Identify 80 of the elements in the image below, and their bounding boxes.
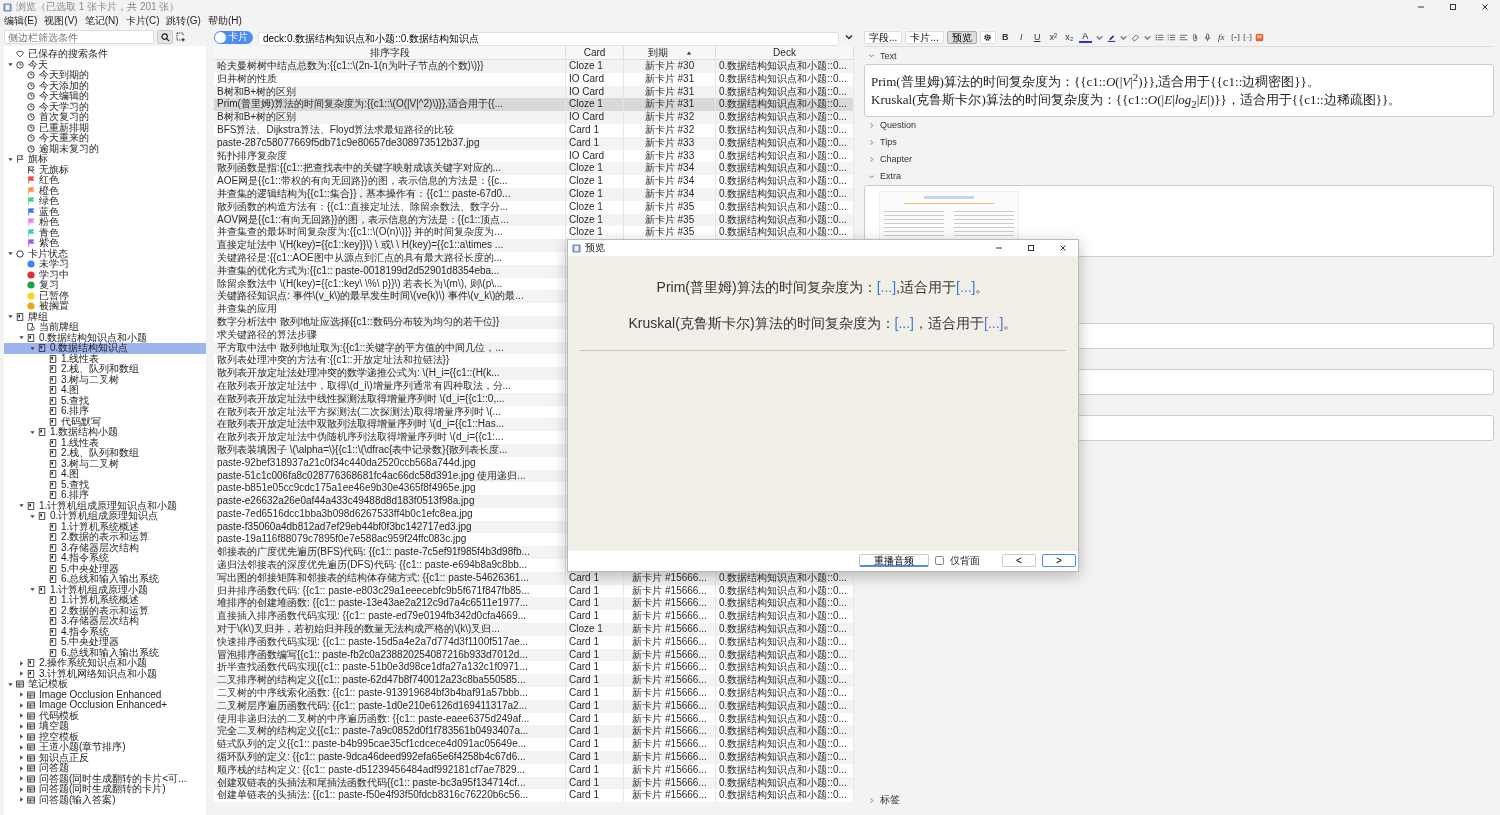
table-cell: 写出图的邻接矩阵和邻接表的结构体存储方式: {{c1:: paste-54626361... bbox=[214, 571, 566, 585]
table-cell: 新卡片 #30 bbox=[624, 60, 716, 73]
table-cell: 0.数据结构知识点和小题::0... bbox=[716, 111, 854, 124]
table-cell: Card 1 bbox=[566, 763, 624, 777]
table-cell: 0.数据结构知识点和小题::0... bbox=[716, 687, 854, 700]
table-cell: 在散列表开放定址法中线性探测法取得增量序列时 \(d_i={{c1::0,... bbox=[214, 392, 566, 406]
table-cell: 新卡片 #15666... bbox=[624, 751, 716, 764]
table-cell: Cloze 1 bbox=[566, 623, 624, 636]
table-cell: 递归法邻接表的深度优先遍历(DFS)代码: {{c1:: paste-e694b8a9c8bb... bbox=[214, 559, 566, 572]
table-cell: 新卡片 #34 bbox=[624, 187, 716, 201]
table-cell: IO Card bbox=[566, 111, 624, 124]
table-cell: 0.数据结构知识点和小题::0... bbox=[716, 635, 854, 649]
table-cell: Card 1 bbox=[566, 136, 624, 150]
table-cell: 并查集的逻辑结构为{{c1::集合}}，基本操作有：{{c1:: paste-67d0... bbox=[214, 187, 566, 201]
table-cell: 散列表开放定址法处理冲突的数学递推公式为: \(H_i={{c1::(H(k... bbox=[214, 367, 566, 380]
table-cell: 0.数据结构知识点和小题::0... bbox=[716, 699, 854, 713]
table-cell: 散列表装填因子 \(\alpha=\){{c1::\(\dfrac{表中记录数}{散列表长度... bbox=[214, 443, 566, 457]
table-cell: Cloze 1 bbox=[566, 175, 624, 188]
table-cell: paste-e26632a26e0af44a433c49488d8d183f0513f98a.jpg bbox=[214, 495, 566, 508]
table-cell: Card 1 bbox=[566, 687, 624, 700]
checkbox-label: 仅背面 bbox=[950, 554, 980, 568]
table-cell: 新卡片 #33 bbox=[624, 136, 716, 150]
table-cell: 关键路径是:{{c1::AOE图中从源点到汇点的具有最大路径长度的... bbox=[214, 251, 566, 265]
table-cell: 新卡片 #15666... bbox=[624, 635, 716, 649]
table-cell: 求关键路径的算法步骤 bbox=[214, 328, 566, 342]
table-cell: 0.数据结构知识点和小题::0... bbox=[716, 72, 854, 86]
window-title: 浏览（已选取 1 张卡片，共 201 张） bbox=[16, 0, 180, 14]
table-cell: Cloze 1 bbox=[566, 60, 624, 73]
table-cell: 新卡片 #35 bbox=[624, 200, 716, 214]
table-cell: 循环队列的定义: {{c1:: paste-9dca46deed992efa65e6f4258b4c67d6... bbox=[214, 751, 566, 764]
table-cell: paste-7ed6516dcc1bba3b098d6267533ff4b0c1efc8ea.jpg bbox=[214, 507, 566, 521]
table-cell: Cloze 1 bbox=[566, 200, 624, 214]
table-cell: 新卡片 #15666... bbox=[624, 763, 716, 777]
table-cell: 对于\(k\)叉归并，若初始归并段的数量无法构成严格的\(k\)叉归... bbox=[214, 623, 566, 636]
table-cell: 新卡片 #32 bbox=[624, 111, 716, 124]
table-cell: Card 1 bbox=[566, 124, 624, 137]
table-cell: Card 1 bbox=[566, 751, 624, 764]
table-cell: paste-92bef318937a21c0f34c440da2520ccb568a744d.jpg bbox=[214, 456, 566, 470]
table-cell: paste-287c58077669f5db71c9e80657de308973512b37.jpg bbox=[214, 136, 566, 150]
table-cell: B树和B+树的区别 bbox=[214, 111, 566, 124]
table-cell: AOE网是{{c1::带权的有向无回路}}的图，表示信息的方法是：{{c... bbox=[214, 175, 566, 188]
table-cell: 新卡片 #15666... bbox=[624, 687, 716, 700]
table-cell: 0.数据结构知识点和小题::0... bbox=[716, 763, 854, 777]
table-cell: 新卡片 #15666... bbox=[624, 699, 716, 713]
table-cell: 数字分析法中 散列地址应选择{{c1::数码分布较为均匀的若干位}} bbox=[214, 315, 566, 329]
table-cell: 0.数据结构知识点和小题::0... bbox=[716, 751, 854, 764]
table-cell: 0.数据结构知识点和小题::0... bbox=[716, 175, 854, 188]
table-cell: 散列函数的构造方法有：{{c1::直接定址法、除留余数法、数字分... bbox=[214, 200, 566, 214]
table-cell: 哈夫曼树树中结点总数为:{{c1::\(2n-1(n为叶子节点的个数)\)}} bbox=[214, 60, 566, 73]
table-cell: 0.数据结构知识点和小题::0... bbox=[716, 60, 854, 73]
table-cell: 0.数据结构知识点和小题::0... bbox=[716, 124, 854, 137]
table-cell: BFS算法、Dijkstra算法、Floyd算法求最短路径的比较 bbox=[214, 124, 566, 137]
table-cell: 创建单链表的头插法: {{c1:: paste-f50e4f93f50fdcb8316c76220b6c56... bbox=[214, 789, 566, 803]
table-cell: 二叉树层序遍历函数代码: {{c1:: paste-1d0e210e6126d169411317a2... bbox=[214, 699, 566, 713]
table-cell: 新卡片 #15666... bbox=[624, 789, 716, 803]
table-cell: 0.数据结构知识点和小题::0... bbox=[716, 789, 854, 803]
table-cell: 归并树的性质 bbox=[214, 72, 566, 86]
table-cell: 0.数据结构知识点和小题::0... bbox=[716, 200, 854, 214]
table-cell: Card 1 bbox=[566, 789, 624, 803]
table-cell: IO Card bbox=[566, 72, 624, 86]
table-cell: 并查集的应用 bbox=[214, 303, 566, 316]
table-cell: Card 1 bbox=[566, 699, 624, 713]
table-cell: 新卡片 #31 bbox=[624, 72, 716, 86]
table-cell: 新卡片 #34 bbox=[624, 175, 716, 188]
table-cell: Card 1 bbox=[566, 635, 624, 649]
table-cell: 直接定址法中 \(H(key)={{c1::key}}\) \ 或\ \ H(key)={{c1::a\times ... bbox=[214, 239, 566, 252]
field-text: Prim(普里姆)算法的时间复杂度为：{{c1::O(|V|$^{2}$)}},适合用于{{c1::边稠密图}}。 bbox=[871, 70, 1321, 92]
field-text: Kruskal(克鲁斯卡尔)算法的时间复杂度为：{{c1::O(|E|log$_{2}$|E|)}}，适合用于{{c1::边稀疏图}}。 bbox=[871, 91, 1403, 112]
table-cell: Cloze 1 bbox=[566, 187, 624, 201]
table-cell: 0.数据结构知识点和小题::0... bbox=[716, 136, 854, 150]
table-cell: 在散列表开放定址法中，取得\(d_i\)增量序列通常有四种取法，分... bbox=[214, 379, 566, 393]
table-cell: 并查集的优化方式为:{{c1:: paste-0018199d2d52901d8354eba... bbox=[214, 264, 566, 278]
table-cell: 0.数据结构知识点和小题::0... bbox=[716, 623, 854, 636]
table-cell: 二叉树的中序线索化函数: {{c1:: paste-913919684bf3b4baf91a57bbb... bbox=[214, 687, 566, 700]
table-cell: 新卡片 #32 bbox=[624, 124, 716, 137]
table-cell: 0.数据结构知识点和小题::0... bbox=[716, 187, 854, 201]
table-cell: 顺序栈的结构定义: {{c1:: paste-d51239456484adf992181cf7ae7829... bbox=[214, 763, 566, 777]
table-cell: 快速排序函数代码实现: {{c1:: paste-15d5a4e2a7d774d3f1100f517ae... bbox=[214, 635, 566, 649]
table-cell: 新卡片 #15666... bbox=[624, 623, 716, 636]
table-cell: 在散列表开放定址法中伪随机序列法取得增量序列时 \(d_i={{c1:... bbox=[214, 431, 566, 444]
